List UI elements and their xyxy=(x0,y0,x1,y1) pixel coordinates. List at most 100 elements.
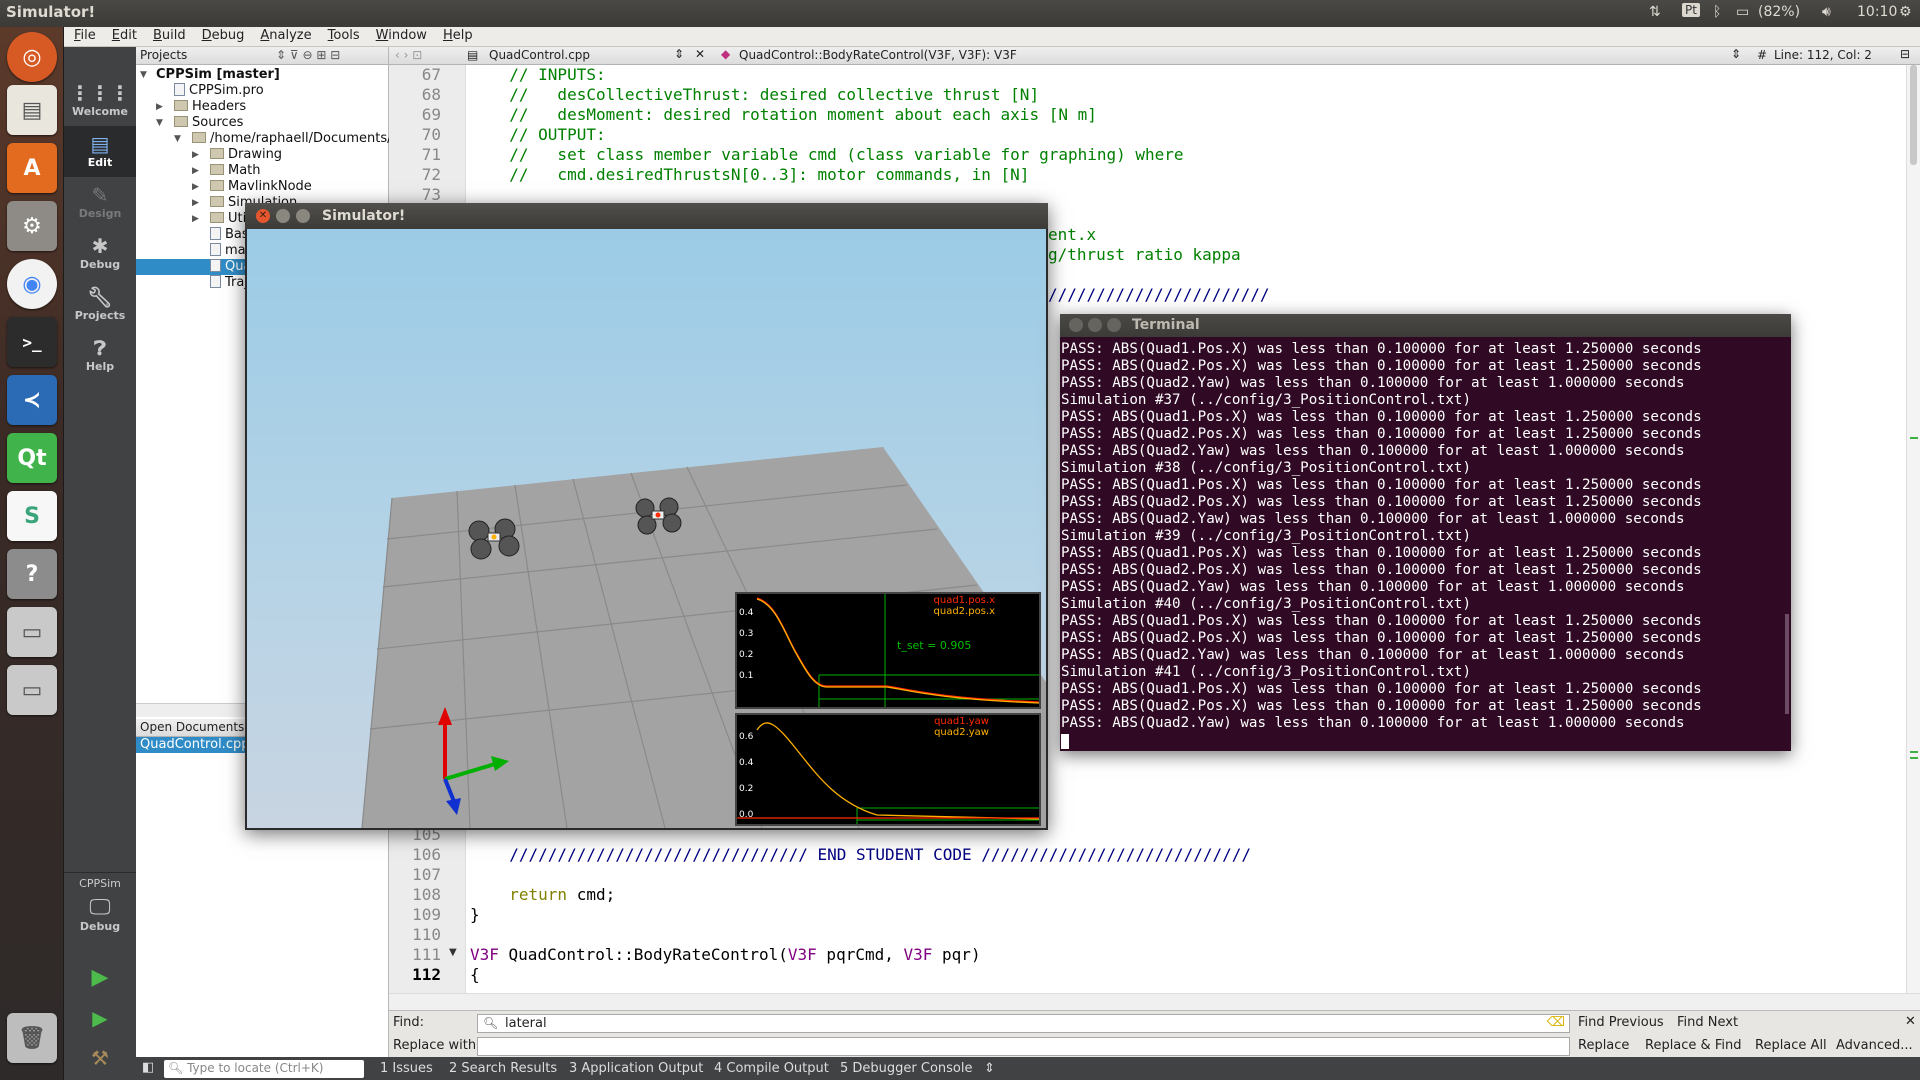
code-line-close-brace[interactable]: } xyxy=(470,905,480,924)
code-line[interactable]: // set class member variable cmd (class … xyxy=(490,145,1183,164)
chrome-icon[interactable]: ◉ xyxy=(7,259,57,309)
more-tabs-icon[interactable]: ⇕ xyxy=(984,1061,995,1076)
graph-yaw[interactable]: 0.6 0.4 0.2 0.0 quad1.yaw quad2.yaw xyxy=(735,713,1041,826)
qt-creator-icon[interactable]: Qt xyxy=(7,433,57,483)
build-target-selector[interactable]: CPPSim 🖵︎ Debug xyxy=(64,877,136,947)
code-line[interactable]: // desMoment: desired rotation moment ab… xyxy=(490,105,1097,124)
close-find-icon[interactable]: ✕ xyxy=(1905,1014,1916,1029)
close-file-icon[interactable]: ✕ xyxy=(695,47,705,61)
simulator-window[interactable]: ✕ Simulator! 0.4 0.3 0.2 0.1 quad1.pos.x… xyxy=(245,203,1048,830)
tree-item[interactable]: ▶ MavlinkNode xyxy=(192,179,312,195)
tab-application-output[interactable]: 3 Application Output xyxy=(569,1061,703,1076)
menu-edit[interactable]: Edit xyxy=(102,27,143,43)
tree-project-root[interactable]: ▼ CPPSim [master] xyxy=(140,67,280,83)
bluetooth-icon[interactable]: ᛒ xyxy=(1713,4,1721,20)
simulator-titlebar[interactable]: ✕ Simulator! xyxy=(245,203,1048,229)
maximize-window-icon[interactable] xyxy=(296,209,310,223)
tree-item[interactable]: ▶ Drawing xyxy=(192,147,282,163)
replace-and-find-button[interactable]: Replace & Find xyxy=(1645,1038,1741,1053)
code-line-open-brace[interactable]: { xyxy=(470,965,480,984)
clear-broom-icon[interactable]: ⌫ xyxy=(1547,1015,1565,1030)
tree-item[interactable]: CPPSim.pro xyxy=(174,83,264,99)
horizontal-scrollbar[interactable] xyxy=(389,993,1920,1010)
find-previous-button[interactable]: Find Previous xyxy=(1578,1015,1664,1030)
vscode-icon[interactable]: ≺ xyxy=(7,375,57,425)
run-button[interactable]: ▶ xyxy=(64,960,136,998)
toggle-sidebar-icon[interactable]: ◧ xyxy=(142,1060,154,1075)
system-settings-icon[interactable]: ⚙ xyxy=(7,201,57,251)
terminal-output[interactable]: PASS: ABS(Quad1.Pos.X) was less than 0.1… xyxy=(1060,341,1791,751)
code-line-end-student[interactable]: /////////////////////////////// END STUD… xyxy=(490,845,1251,864)
replace-input[interactable] xyxy=(477,1037,1570,1056)
tree-item[interactable]: ▶ Math xyxy=(192,163,261,179)
mode-projects[interactable]: 🔧︎ Projects xyxy=(64,279,136,330)
dash-home-icon[interactable]: ◎ xyxy=(7,32,57,82)
symbol-dropdown-icon[interactable]: ⇕ xyxy=(1731,47,1741,61)
minimize-window-icon[interactable] xyxy=(276,209,290,223)
slack-icon[interactable]: S xyxy=(7,491,57,541)
file-dropdown-icon[interactable]: ⇕ xyxy=(674,47,684,61)
tree-item[interactable]: ▼ /home/raphaell/Documents/u xyxy=(174,131,400,147)
keyboard-layout-indicator[interactable]: Pt xyxy=(1682,3,1700,17)
cursor-position[interactable]: Line: 112, Col: 2 xyxy=(1774,48,1872,62)
split-icon[interactable]: ⊟ xyxy=(1900,47,1910,61)
vertical-scrollbar[interactable] xyxy=(1906,65,1920,1010)
battery-percent[interactable]: (82%) xyxy=(1758,4,1800,20)
tab-issues[interactable]: 1 Issues xyxy=(380,1061,433,1076)
code-fragment[interactable]: g/thrust ratio kappa xyxy=(1048,245,1241,264)
file-tab-label[interactable]: QuadControl.cpp xyxy=(489,48,590,62)
terminal-titlebar[interactable]: Terminal xyxy=(1060,314,1791,337)
clock[interactable]: 10:10 xyxy=(1857,4,1897,20)
menu-file[interactable]: File xyxy=(64,27,102,43)
code-line[interactable]: // OUTPUT: xyxy=(490,125,605,144)
menu-build[interactable]: Build xyxy=(143,27,192,43)
mode-debug[interactable]: ✱ Debug xyxy=(64,228,136,279)
find-next-button[interactable]: Find Next xyxy=(1677,1015,1738,1030)
replace-button[interactable]: Replace xyxy=(1578,1038,1629,1053)
graph-position-x[interactable]: 0.4 0.3 0.2 0.1 quad1.pos.x quad2.pos.x … xyxy=(735,592,1041,709)
menu-debug[interactable]: Debug xyxy=(192,27,251,43)
close-window-icon[interactable]: ✕ xyxy=(256,209,270,223)
software-center-icon[interactable]: A xyxy=(7,143,57,193)
code-line[interactable]: // INPUTS: xyxy=(490,65,605,84)
mode-design[interactable]: ✎ Design xyxy=(64,177,136,228)
terminal-window[interactable]: Terminal PASS: ABS(Quad1.Pos.X) was less… xyxy=(1060,314,1791,751)
menu-tools[interactable]: Tools xyxy=(318,27,366,43)
code-line[interactable]: // cmd.desiredThrustsN[0..3]: motor comm… xyxy=(490,165,1029,184)
simulator-3d-view[interactable]: 0.4 0.3 0.2 0.1 quad1.pos.x quad2.pos.x … xyxy=(247,229,1046,828)
tree-item[interactable]: ▶ Headers xyxy=(156,99,246,115)
volume-icon[interactable]: 🔊︎ xyxy=(1822,4,1831,20)
replace-all-button[interactable]: Replace All xyxy=(1755,1038,1827,1053)
code-line-return[interactable]: return cmd; xyxy=(490,885,615,904)
terminal-icon[interactable]: >_ xyxy=(7,317,57,367)
minimize-window-icon[interactable] xyxy=(1088,318,1102,332)
debug-run-button[interactable]: ▶︎ xyxy=(64,1000,136,1038)
find-input[interactable]: 🔍︎ lateral ⌫ xyxy=(477,1014,1570,1033)
menu-analyze[interactable]: Analyze xyxy=(250,27,317,43)
mode-welcome[interactable]: ⋮⋮⋮ Welcome xyxy=(64,75,136,126)
tree-item[interactable]: ▼ Sources xyxy=(156,115,243,131)
filter-icon[interactable]: ⇕ ⊽ ⊖ ⊞ ⊟ xyxy=(276,48,340,62)
mode-help[interactable]: ❓︎ Help xyxy=(64,330,136,381)
help-icon[interactable]: ? xyxy=(7,549,57,599)
advanced-button[interactable]: Advanced... xyxy=(1836,1038,1913,1053)
tab-debugger-console[interactable]: 5 Debugger Console xyxy=(840,1061,973,1076)
settings-gear-icon[interactable]: ⚙ xyxy=(1899,4,1912,20)
terminal-scrollbar[interactable] xyxy=(1785,614,1789,714)
code-fragment[interactable]: /////////////////////// xyxy=(1048,285,1270,304)
code-line-func-sig[interactable]: V3F QuadControl::BodyRateControl(V3F pqr… xyxy=(470,945,981,964)
menu-help[interactable]: Help xyxy=(433,27,479,43)
locator-input[interactable]: 🔍︎ Type to locate (Ctrl+K) xyxy=(164,1060,364,1078)
build-button[interactable]: ⚒ xyxy=(64,1040,136,1078)
menu-window[interactable]: Window xyxy=(366,27,433,43)
maximize-window-icon[interactable] xyxy=(1107,318,1121,332)
mode-edit[interactable]: ▤ Edit xyxy=(64,126,136,177)
nav-back-forward-icon[interactable]: ‹ › ⊡ xyxy=(395,48,422,62)
fold-arrow-icon[interactable]: ▼ xyxy=(449,947,457,958)
trash-icon[interactable]: 🗑︎ xyxy=(7,1013,57,1063)
scrollbar-thumb[interactable] xyxy=(1910,65,1917,165)
drive-icon[interactable]: ▭ xyxy=(7,665,57,715)
tab-search-results[interactable]: 2 Search Results xyxy=(449,1061,557,1076)
close-window-icon[interactable] xyxy=(1069,318,1083,332)
code-line[interactable]: // desCollectiveThrust: desired collecti… xyxy=(490,85,1039,104)
